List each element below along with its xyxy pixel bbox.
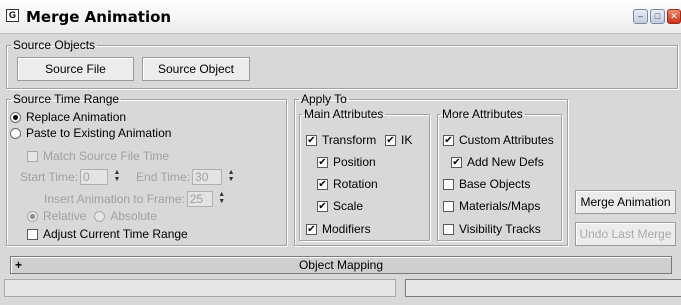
app-icon: G [6, 9, 19, 22]
checkbox-checked-icon: ✔ [443, 134, 454, 146]
checkbox-unchecked-icon [443, 178, 454, 190]
checkbox-unchecked-icon [443, 200, 454, 212]
window-title: Merge Animation [26, 8, 172, 26]
adjust-time-range-checkbox[interactable]: Adjust Current Time Range [27, 227, 188, 241]
relative-absolute-row: Relative Absolute [27, 209, 157, 223]
object-mapping-rollout[interactable]: + Object Mapping [10, 256, 672, 274]
checkbox-checked-icon: ✔ [306, 134, 317, 146]
maximize-icon[interactable]: □ [650, 9, 665, 24]
base-objects-checkbox[interactable]: Base Objects [443, 177, 530, 191]
more-attributes-legend: More Attributes [442, 107, 523, 121]
time-range-row: Start Time: 0 ▲ ▼ End Time: 30 ▲ ▼ [20, 169, 236, 185]
source-time-range-legend: Source Time Range [13, 92, 120, 106]
base-objects-label: Base Objects [459, 177, 531, 191]
modifiers-checkbox[interactable]: ✔ Modifiers [306, 222, 371, 236]
adjust-time-range-label: Adjust Current Time Range [43, 227, 188, 241]
checkbox-checked-icon: ✔ [306, 223, 317, 235]
ik-label: IK [401, 133, 413, 147]
more-attributes-group: More Attributes [437, 107, 562, 241]
rotation-checkbox[interactable]: ✔ Rotation [317, 177, 378, 191]
insert-frame-label: Insert Animation to Frame: [44, 192, 185, 206]
source-file-button[interactable]: Source File [17, 57, 134, 81]
end-time-spinner-icon[interactable]: ▲ ▼ [226, 169, 236, 185]
start-time-label: Start Time: [20, 170, 79, 184]
merge-animation-window: G Merge Animation – □ ✕ Source Objects S… [0, 0, 681, 305]
title-bar[interactable]: G Merge Animation – □ ✕ [0, 0, 681, 34]
checkbox-unchecked-icon [443, 223, 454, 235]
relative-radio-icon[interactable] [27, 210, 38, 222]
paste-existing-radio[interactable]: Paste to Existing Animation [10, 126, 171, 140]
modifiers-label: Modifiers [322, 222, 371, 236]
add-new-defs-label: Add New Defs [467, 155, 544, 169]
source-object-button[interactable]: Source Object [142, 57, 250, 81]
absolute-label: Absolute [110, 209, 158, 223]
start-time-field[interactable]: 0 [80, 169, 109, 185]
position-label: Position [333, 155, 376, 169]
checkbox-checked-icon: ✔ [317, 200, 328, 212]
add-new-defs-checkbox[interactable]: ✔ Add New Defs [451, 155, 544, 169]
checkbox-checked-icon: ✔ [451, 156, 462, 168]
transform-label: Transform [322, 133, 377, 147]
materials-maps-checkbox[interactable]: Materials/Maps [443, 199, 540, 213]
scale-checkbox[interactable]: ✔ Scale [317, 199, 363, 213]
close-icon[interactable]: ✕ [667, 9, 681, 24]
replace-animation-radio[interactable]: Replace Animation [10, 110, 126, 124]
source-objects-legend: Source Objects [13, 38, 96, 52]
absolute-radio-icon[interactable] [94, 210, 106, 222]
minimize-icon[interactable]: – [633, 9, 648, 24]
scale-label: Scale [333, 199, 364, 213]
paste-existing-label: Paste to Existing Animation [26, 126, 172, 140]
transform-checkbox[interactable]: ✔ Transform [306, 133, 376, 147]
match-source-file-time-label: Match Source File Time [43, 149, 170, 163]
start-time-spinner-icon[interactable]: ▲ ▼ [112, 169, 122, 185]
status-field-left [4, 279, 396, 297]
insert-frame-field[interactable]: 25 [186, 191, 213, 207]
visibility-tracks-checkbox[interactable]: Visibility Tracks [443, 222, 541, 236]
insert-frame-spinner-icon[interactable]: ▲ ▼ [217, 191, 227, 207]
object-mapping-label: Object Mapping [298, 258, 384, 272]
main-attributes-legend: Main Attributes [304, 107, 384, 121]
replace-animation-label: Replace Animation [26, 110, 127, 124]
merge-animation-button[interactable]: Merge Animation [575, 190, 676, 214]
main-attributes-group: Main Attributes [299, 107, 430, 241]
ik-checkbox[interactable]: ✔ IK [385, 133, 412, 147]
checkbox-checked-icon: ✔ [317, 156, 328, 168]
end-time-field[interactable]: 30 [192, 169, 223, 185]
visibility-tracks-label: Visibility Tracks [459, 222, 541, 236]
checkbox-unchecked-icon [27, 228, 38, 240]
materials-maps-label: Materials/Maps [459, 199, 541, 213]
position-checkbox[interactable]: ✔ Position [317, 155, 376, 169]
checkbox-unchecked-icon [27, 150, 38, 162]
insert-frame-row: Insert Animation to Frame: 25 ▲ ▼ [44, 191, 227, 207]
apply-to-legend: Apply To [301, 92, 347, 106]
undo-last-merge-button[interactable]: Undo Last Merge [575, 222, 676, 246]
custom-attributes-checkbox[interactable]: ✔ Custom Attributes [443, 133, 554, 147]
status-field-right [405, 279, 681, 297]
end-time-label: End Time: [136, 170, 191, 184]
rotation-label: Rotation [333, 177, 378, 191]
radio-unselected-icon [10, 127, 21, 139]
relative-label: Relative [43, 209, 87, 223]
checkbox-checked-icon: ✔ [317, 178, 328, 190]
custom-attributes-label: Custom Attributes [459, 133, 554, 147]
radio-selected-icon [10, 111, 21, 123]
checkbox-checked-icon: ✔ [385, 134, 396, 146]
match-source-file-time-checkbox[interactable]: Match Source File Time [27, 149, 169, 163]
